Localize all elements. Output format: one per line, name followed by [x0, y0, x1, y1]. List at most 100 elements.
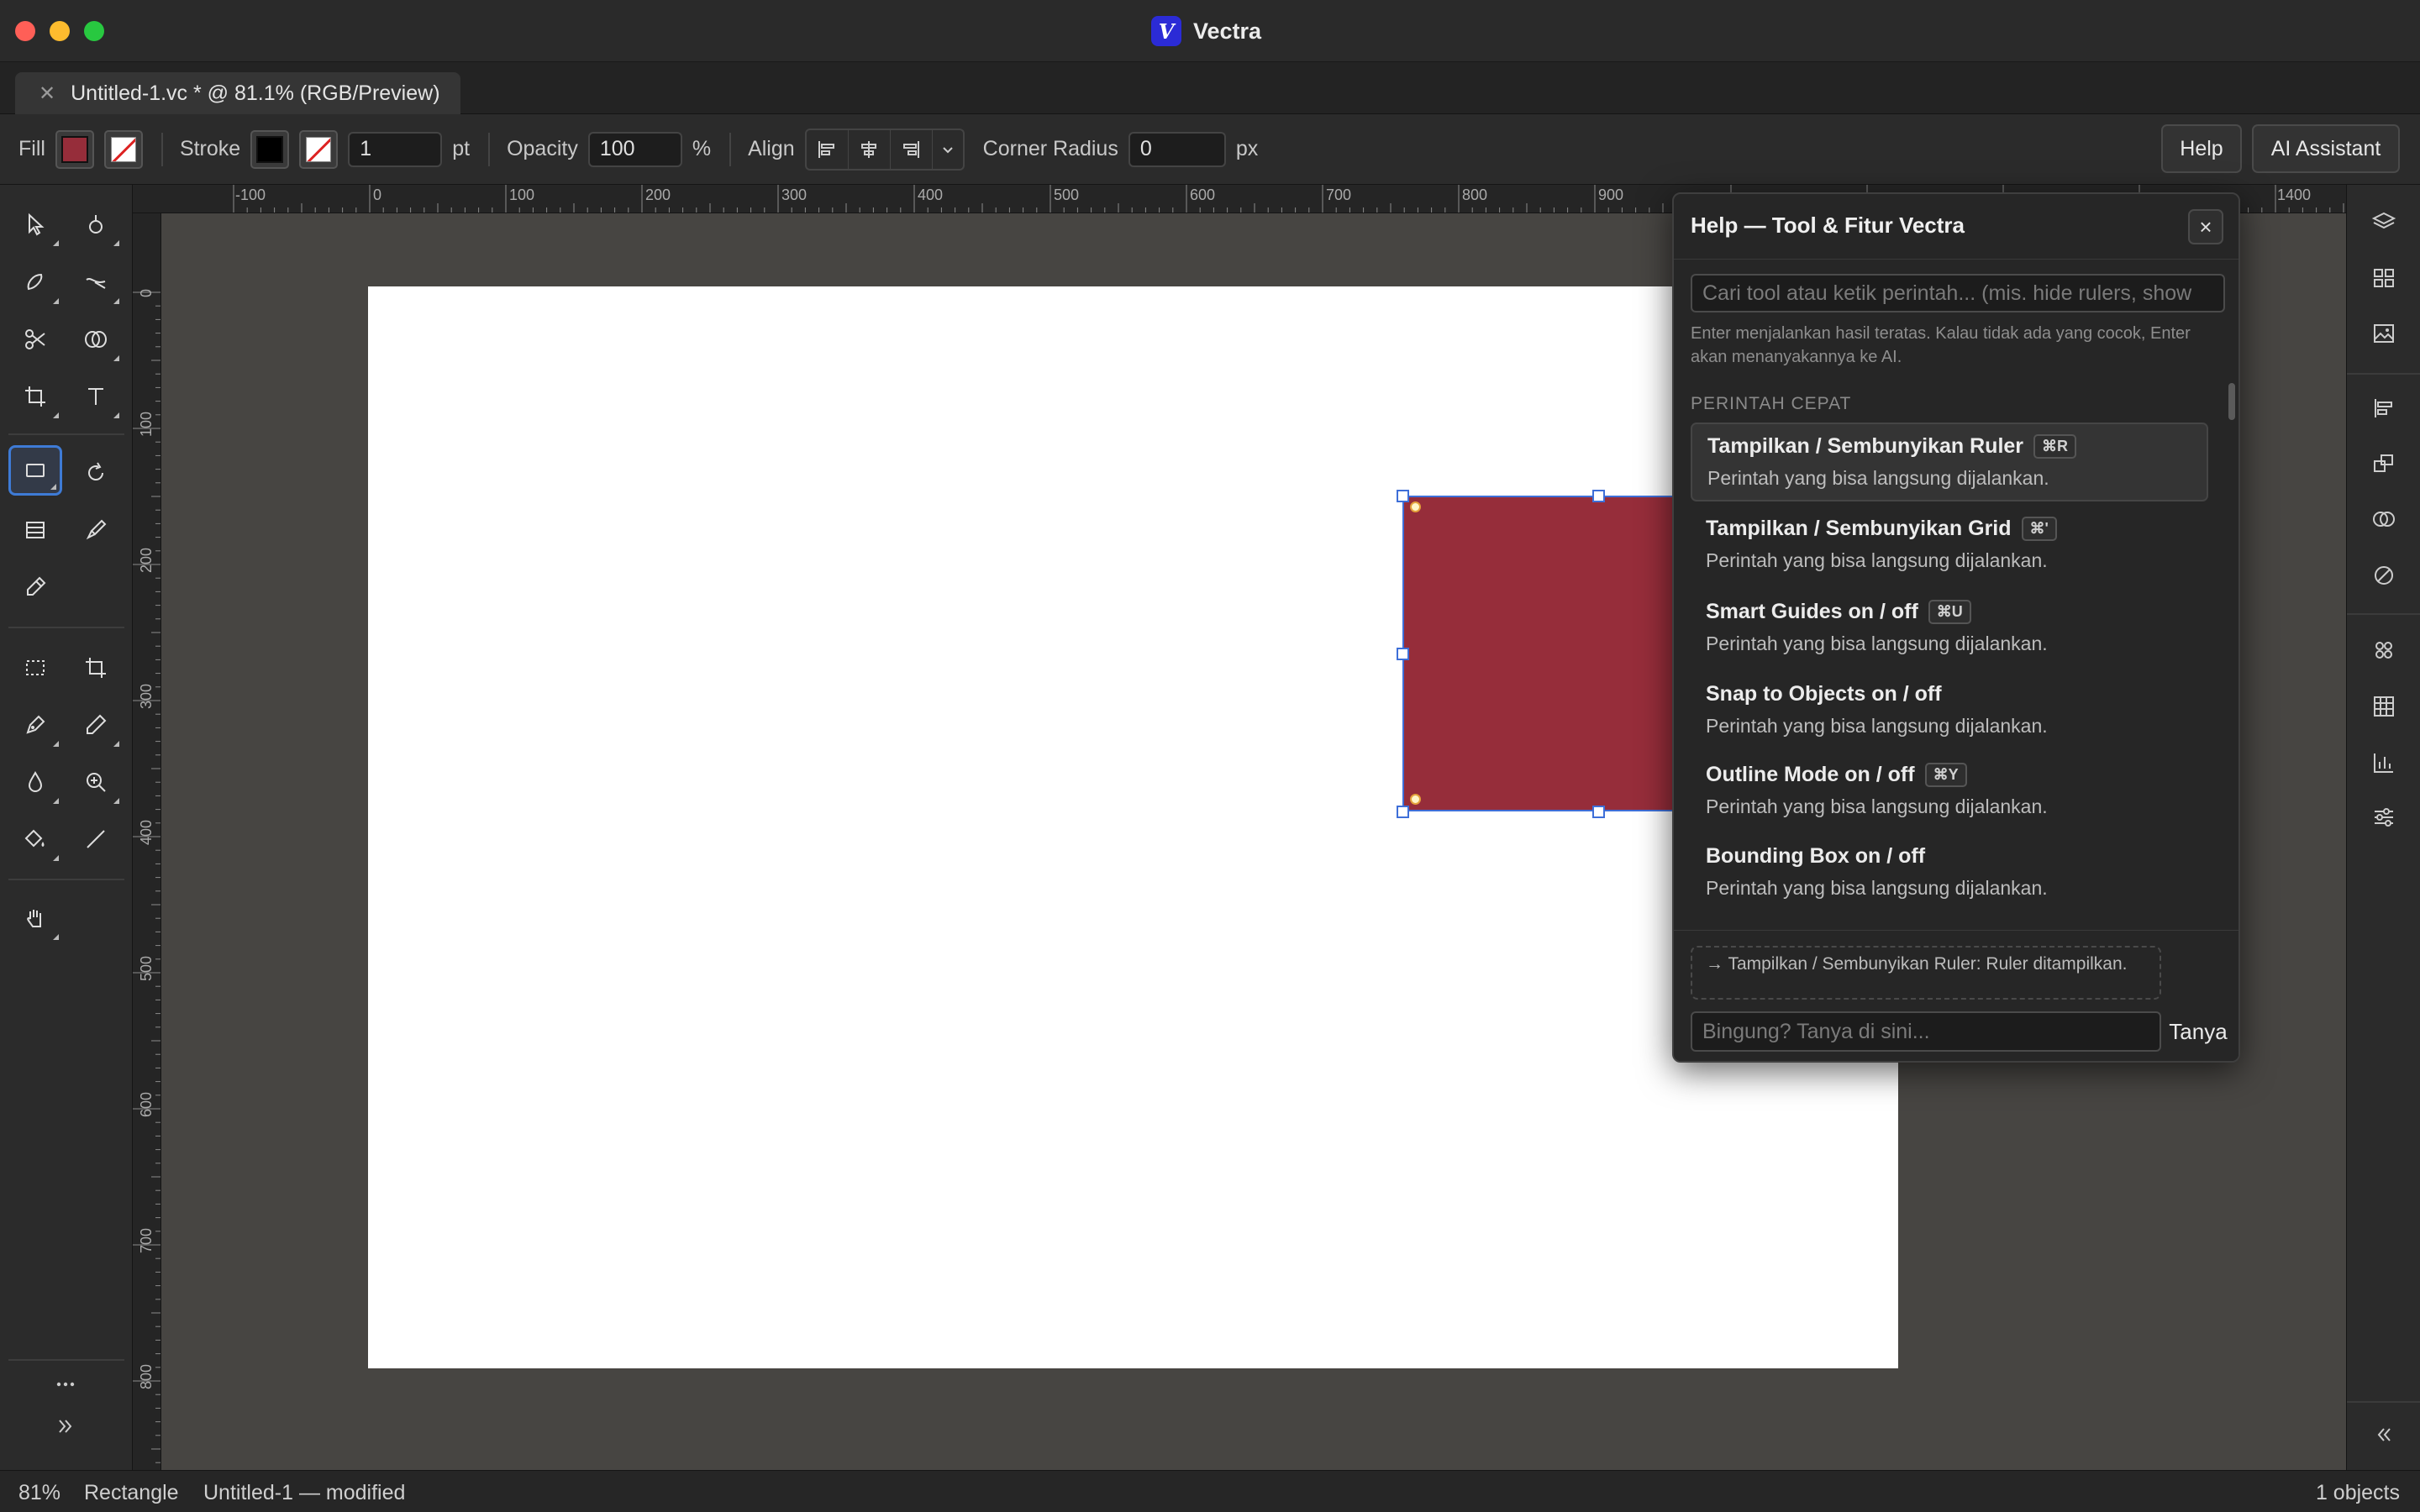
appearance-panel-button[interactable]	[2365, 557, 2402, 594]
ai-assistant-button[interactable]: AI Assistant	[2252, 124, 2400, 173]
chart-panel-button[interactable]	[2365, 744, 2402, 781]
resize-handle-sw[interactable]	[1397, 806, 1409, 818]
stroke-width-field[interactable]: 1	[348, 131, 443, 167]
hand-tool[interactable]	[8, 893, 62, 943]
collapse-panels-button[interactable]	[2365, 1416, 2402, 1453]
expand-toolbar-button[interactable]	[39, 1407, 92, 1446]
scissors-tool[interactable]	[8, 314, 62, 365]
marquee-tool[interactable]	[8, 643, 62, 693]
help-scrollbar[interactable]	[2228, 383, 2235, 420]
stroke-none-swatch[interactable]	[299, 129, 339, 169]
shape-builder-icon	[85, 331, 107, 348]
artboards-panel-button[interactable]	[2365, 260, 2402, 297]
quick-commands-heading: PERINTAH CEPAT	[1691, 394, 1852, 413]
app-name: Vectra	[1193, 18, 1262, 44]
blur-tool[interactable]	[8, 757, 62, 807]
pathfinder-panel-button[interactable]	[2365, 501, 2402, 538]
more-icon	[56, 1382, 75, 1387]
command-item-toggle-grid[interactable]: Tampilkan / Sembunyikan Grid ⌘' Perintah …	[1691, 507, 2208, 585]
table-panel-button[interactable]	[2365, 688, 2402, 725]
table-tool[interactable]	[8, 505, 62, 555]
ruler-label: 800	[1462, 186, 1488, 203]
command-title: Snap to Objects on / off	[1706, 682, 1942, 706]
resize-handle-w[interactable]	[1397, 648, 1409, 660]
type-tool[interactable]	[69, 371, 123, 422]
eyedropper-icon	[27, 576, 46, 596]
document-status: Untitled-1 — modified	[203, 1481, 406, 1504]
corner-radius-handle[interactable]	[1410, 794, 1421, 805]
line-tool[interactable]	[69, 814, 123, 864]
window-close-button[interactable]	[15, 21, 35, 41]
resize-handle-n[interactable]	[1592, 490, 1605, 502]
resize-handle-nw[interactable]	[1397, 490, 1409, 502]
fill-none-swatch[interactable]	[103, 129, 143, 169]
blob-brush-tool[interactable]	[8, 257, 62, 307]
arrow-pointer-icon	[29, 213, 45, 236]
ruler-label: 300	[138, 683, 155, 709]
pencil-tool[interactable]	[69, 700, 123, 750]
opacity-field[interactable]: 100	[587, 131, 682, 167]
fill-color-swatch[interactable]	[55, 129, 94, 169]
command-item-snap-to-objects[interactable]: Snap to Objects on / off Perintah yang b…	[1691, 672, 2208, 751]
rectangle-tool[interactable]	[8, 445, 62, 496]
help-button[interactable]: Help	[2161, 124, 2242, 173]
zoom-level[interactable]: 81%	[18, 1481, 60, 1505]
help-search-input[interactable]	[1691, 274, 2225, 312]
ruler-label: 800	[138, 1363, 155, 1389]
command-description: Perintah yang bisa langsung dijalankan.	[1706, 549, 2048, 571]
align-more-button[interactable]	[933, 130, 963, 169]
ask-button[interactable]: Tanya	[2166, 1015, 2230, 1048]
artboard-icon	[25, 386, 45, 407]
corner-radius-handle[interactable]	[1410, 501, 1421, 512]
transform-panel-button[interactable]	[2365, 445, 2402, 482]
ruler-label: 100	[509, 186, 535, 203]
command-item-outline-mode[interactable]: Outline Mode on / off ⌘Y Perintah yang bi…	[1691, 753, 2208, 832]
adjustments-panel-button[interactable]	[2365, 799, 2402, 836]
align-center-button[interactable]	[849, 129, 891, 169]
ask-ai-input[interactable]	[1691, 1011, 2161, 1052]
tools-divider	[8, 433, 124, 435]
ruler-label: 600	[1190, 186, 1216, 203]
command-item-toggle-ruler[interactable]: Tampilkan / Sembunyikan Ruler ⌘R Perintah…	[1691, 423, 2208, 501]
window-zoom-button[interactable]	[84, 21, 104, 41]
vertical-ruler[interactable]: 0 100 200 300 400 500 600 700 800	[133, 213, 161, 1470]
stroke-color-swatch[interactable]	[250, 129, 290, 169]
align-icon	[2375, 399, 2392, 417]
dock-divider	[2347, 373, 2420, 375]
selection-tool[interactable]	[8, 199, 62, 249]
paint-brush-tool[interactable]	[69, 505, 123, 555]
zoom-tool[interactable]	[69, 757, 123, 807]
ruler-label: 400	[918, 186, 944, 203]
rotate-tool[interactable]	[69, 448, 123, 498]
close-tab-icon[interactable]: ✕	[39, 81, 55, 106]
window-minimize-button[interactable]	[50, 21, 70, 41]
ruler-label: 700	[138, 1227, 155, 1253]
more-tools-button[interactable]	[39, 1365, 92, 1404]
help-close-button[interactable]: ×	[2188, 209, 2223, 244]
crop-tool[interactable]	[69, 643, 123, 693]
artboard[interactable]	[368, 286, 1898, 1368]
fill-color-inner	[60, 135, 88, 163]
right-panel-dock	[2346, 185, 2420, 1470]
artboard-tool[interactable]	[8, 371, 62, 422]
symbols-panel-button[interactable]	[2365, 632, 2402, 669]
corner-radius-field[interactable]: 0	[1128, 131, 1226, 167]
image-panel-button[interactable]	[2365, 315, 2402, 352]
command-item-smart-guides[interactable]: Smart Guides on / off ⌘U Perintah yang bi…	[1691, 590, 2208, 669]
grid-icon	[2374, 696, 2394, 717]
layers-panel-button[interactable]	[2365, 203, 2402, 240]
appearance-icon	[2375, 566, 2393, 585]
shape-builder-tool[interactable]	[69, 314, 123, 365]
pen-tool[interactable]	[8, 700, 62, 750]
curvature-tool[interactable]	[69, 257, 123, 307]
fill-tool[interactable]	[8, 814, 62, 864]
align-panel-button[interactable]	[2365, 390, 2402, 427]
direct-selection-tool[interactable]	[69, 199, 123, 249]
command-item-bounding-box[interactable]: Bounding Box on / off Perintah yang bisa…	[1691, 834, 2208, 913]
resize-handle-s[interactable]	[1592, 806, 1605, 818]
align-left-button[interactable]	[807, 129, 849, 169]
align-right-button[interactable]	[891, 129, 933, 169]
transform-icon	[2374, 454, 2393, 472]
document-tab[interactable]: ✕ Untitled-1.vc * @ 81.1% (RGB/Preview)	[15, 72, 460, 114]
eyedropper-tool[interactable]	[8, 562, 62, 612]
